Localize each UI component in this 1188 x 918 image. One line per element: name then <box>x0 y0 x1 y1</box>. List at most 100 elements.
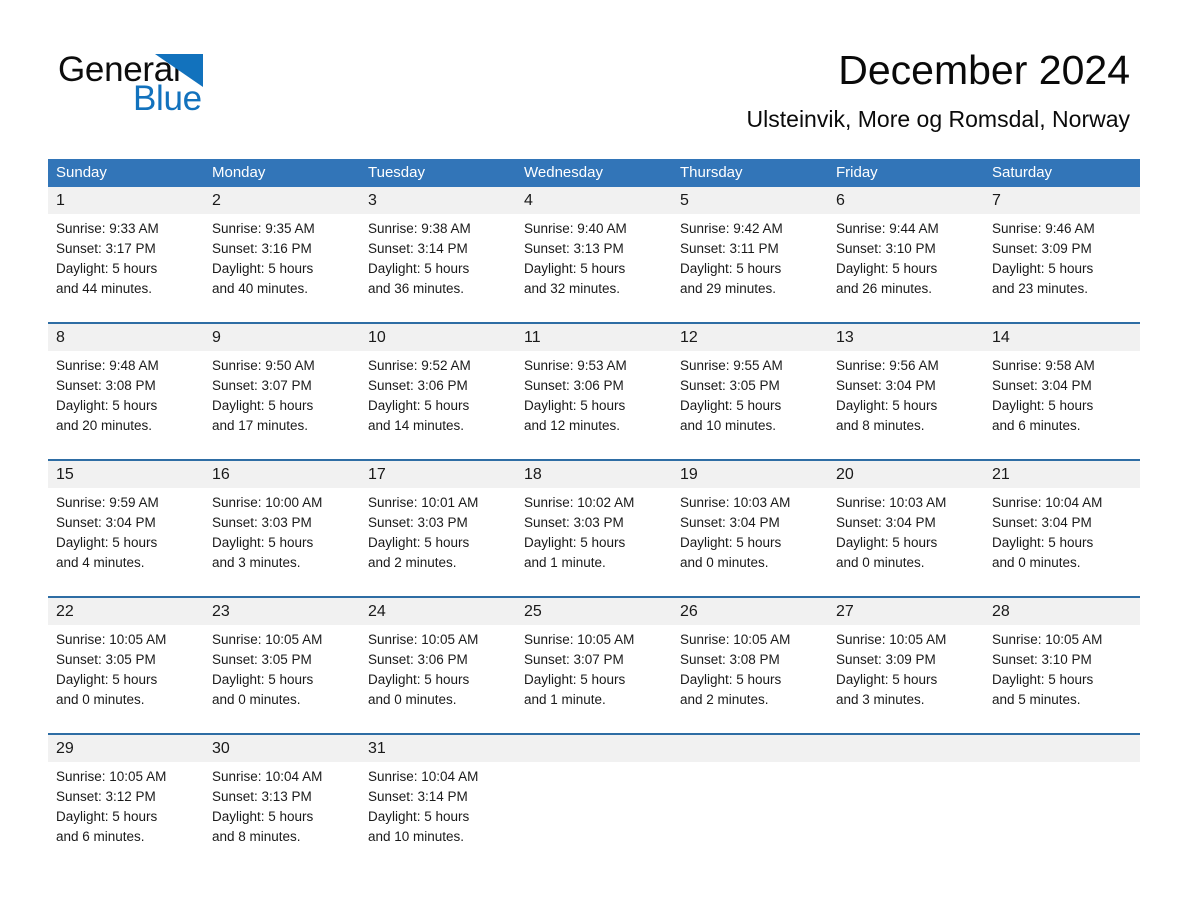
day-detail-row: Sunrise: 10:05 AM Sunset: 3:12 PM Daylig… <box>48 762 1140 870</box>
daylight-text-line2: and 0 minutes. <box>680 555 769 570</box>
day-cell[interactable]: Sunrise: 10:03 AM Sunset: 3:04 PM Daylig… <box>672 488 828 596</box>
calendar-grid: Sunday Monday Tuesday Wednesday Thursday… <box>48 159 1140 870</box>
day-number[interactable]: 27 <box>828 598 984 625</box>
day-number[interactable]: 23 <box>204 598 360 625</box>
sunrise-text: Sunrise: 10:00 AM <box>212 495 323 510</box>
day-cell[interactable]: Sunrise: 9:52 AM Sunset: 3:06 PM Dayligh… <box>360 351 516 459</box>
day-number[interactable]: 22 <box>48 598 204 625</box>
day-cell[interactable]: Sunrise: 10:04 AM Sunset: 3:04 PM Daylig… <box>984 488 1140 596</box>
day-number[interactable]: 8 <box>48 324 204 351</box>
day-cell[interactable]: Sunrise: 10:01 AM Sunset: 3:03 PM Daylig… <box>360 488 516 596</box>
sunrise-text: Sunrise: 9:44 AM <box>836 221 939 236</box>
day-cell[interactable]: Sunrise: 10:02 AM Sunset: 3:03 PM Daylig… <box>516 488 672 596</box>
daylight-text-line1: Daylight: 5 hours <box>212 809 314 824</box>
day-number[interactable]: 9 <box>204 324 360 351</box>
daylight-text-line2: and 0 minutes. <box>212 692 301 707</box>
day-number[interactable]: 14 <box>984 324 1140 351</box>
daylight-text-line1: Daylight: 5 hours <box>368 261 470 276</box>
day-cell[interactable]: Sunrise: 9:59 AM Sunset: 3:04 PM Dayligh… <box>48 488 204 596</box>
day-number[interactable]: 4 <box>516 187 672 214</box>
sunset-text: Sunset: 3:04 PM <box>680 515 780 530</box>
day-number[interactable]: 24 <box>360 598 516 625</box>
day-cell[interactable]: Sunrise: 10:05 AM Sunset: 3:05 PM Daylig… <box>48 625 204 733</box>
sunset-text: Sunset: 3:08 PM <box>56 378 156 393</box>
day-number[interactable]: 31 <box>360 735 516 762</box>
daylight-text-line1: Daylight: 5 hours <box>56 809 158 824</box>
day-cell[interactable]: Sunrise: 10:04 AM Sunset: 3:13 PM Daylig… <box>204 762 360 870</box>
daylight-text-line1: Daylight: 5 hours <box>992 398 1094 413</box>
day-number-row: 8 9 10 11 12 13 14 <box>48 324 1140 351</box>
day-number[interactable]: 11 <box>516 324 672 351</box>
day-cell[interactable]: Sunrise: 9:50 AM Sunset: 3:07 PM Dayligh… <box>204 351 360 459</box>
daylight-text-line2: and 8 minutes. <box>212 829 301 844</box>
day-cell[interactable]: Sunrise: 9:44 AM Sunset: 3:10 PM Dayligh… <box>828 214 984 322</box>
sunset-text: Sunset: 3:05 PM <box>56 652 156 667</box>
day-number[interactable]: 30 <box>204 735 360 762</box>
day-cell[interactable]: Sunrise: 9:58 AM Sunset: 3:04 PM Dayligh… <box>984 351 1140 459</box>
day-cell[interactable]: Sunrise: 10:05 AM Sunset: 3:10 PM Daylig… <box>984 625 1140 733</box>
sunset-text: Sunset: 3:07 PM <box>212 378 312 393</box>
day-number[interactable]: 17 <box>360 461 516 488</box>
daylight-text-line2: and 6 minutes. <box>992 418 1081 433</box>
day-number[interactable]: 25 <box>516 598 672 625</box>
day-number[interactable]: 10 <box>360 324 516 351</box>
sunrise-text: Sunrise: 9:56 AM <box>836 358 939 373</box>
day-number[interactable]: 2 <box>204 187 360 214</box>
day-cell[interactable]: Sunrise: 9:40 AM Sunset: 3:13 PM Dayligh… <box>516 214 672 322</box>
day-cell[interactable]: Sunrise: 10:04 AM Sunset: 3:14 PM Daylig… <box>360 762 516 870</box>
sunrise-text: Sunrise: 9:38 AM <box>368 221 471 236</box>
daylight-text-line2: and 44 minutes. <box>56 281 153 296</box>
daylight-text-line2: and 10 minutes. <box>680 418 777 433</box>
sunset-text: Sunset: 3:06 PM <box>524 378 624 393</box>
day-cell[interactable]: Sunrise: 9:38 AM Sunset: 3:14 PM Dayligh… <box>360 214 516 322</box>
day-cell[interactable]: Sunrise: 10:00 AM Sunset: 3:03 PM Daylig… <box>204 488 360 596</box>
day-cell[interactable]: Sunrise: 10:05 AM Sunset: 3:06 PM Daylig… <box>360 625 516 733</box>
day-number[interactable]: 26 <box>672 598 828 625</box>
day-cell[interactable]: Sunrise: 9:56 AM Sunset: 3:04 PM Dayligh… <box>828 351 984 459</box>
day-number[interactable]: 21 <box>984 461 1140 488</box>
day-cell[interactable]: Sunrise: 10:05 AM Sunset: 3:08 PM Daylig… <box>672 625 828 733</box>
day-cell[interactable]: Sunrise: 9:42 AM Sunset: 3:11 PM Dayligh… <box>672 214 828 322</box>
daylight-text-line1: Daylight: 5 hours <box>212 261 314 276</box>
day-cell[interactable]: Sunrise: 10:05 AM Sunset: 3:09 PM Daylig… <box>828 625 984 733</box>
sunrise-text: Sunrise: 10:05 AM <box>56 632 167 647</box>
day-number[interactable]: 1 <box>48 187 204 214</box>
sunrise-text: Sunrise: 10:05 AM <box>212 632 323 647</box>
day-cell[interactable]: Sunrise: 9:46 AM Sunset: 3:09 PM Dayligh… <box>984 214 1140 322</box>
day-cell[interactable]: Sunrise: 9:33 AM Sunset: 3:17 PM Dayligh… <box>48 214 204 322</box>
sunrise-text: Sunrise: 10:05 AM <box>368 632 479 647</box>
day-detail-row: Sunrise: 9:48 AM Sunset: 3:08 PM Dayligh… <box>48 351 1140 459</box>
daylight-text-line2: and 0 minutes. <box>368 692 457 707</box>
day-cell[interactable]: Sunrise: 9:35 AM Sunset: 3:16 PM Dayligh… <box>204 214 360 322</box>
day-number[interactable]: 29 <box>48 735 204 762</box>
day-cell[interactable]: Sunrise: 10:05 AM Sunset: 3:07 PM Daylig… <box>516 625 672 733</box>
sunset-text: Sunset: 3:08 PM <box>680 652 780 667</box>
day-cell[interactable]: Sunrise: 9:48 AM Sunset: 3:08 PM Dayligh… <box>48 351 204 459</box>
weekday-header-friday: Friday <box>836 164 878 181</box>
day-cell[interactable]: Sunrise: 10:05 AM Sunset: 3:05 PM Daylig… <box>204 625 360 733</box>
day-cell[interactable]: Sunrise: 9:53 AM Sunset: 3:06 PM Dayligh… <box>516 351 672 459</box>
day-number[interactable]: 16 <box>204 461 360 488</box>
daylight-text-line1: Daylight: 5 hours <box>680 398 782 413</box>
day-number[interactable]: 3 <box>360 187 516 214</box>
day-number[interactable]: 12 <box>672 324 828 351</box>
day-number[interactable]: 18 <box>516 461 672 488</box>
day-detail-row: Sunrise: 9:59 AM Sunset: 3:04 PM Dayligh… <box>48 488 1140 596</box>
day-number[interactable]: 19 <box>672 461 828 488</box>
daylight-text-line2: and 0 minutes. <box>836 555 925 570</box>
day-cell[interactable]: Sunrise: 10:05 AM Sunset: 3:12 PM Daylig… <box>48 762 204 870</box>
day-number[interactable]: 28 <box>984 598 1140 625</box>
day-number[interactable]: 15 <box>48 461 204 488</box>
day-number[interactable]: 20 <box>828 461 984 488</box>
daylight-text-line1: Daylight: 5 hours <box>56 535 158 550</box>
day-cell[interactable]: Sunrise: 9:55 AM Sunset: 3:05 PM Dayligh… <box>672 351 828 459</box>
title-block: December 2024 Ulsteinvik, More og Romsda… <box>747 46 1130 133</box>
day-number[interactable]: 7 <box>984 187 1140 214</box>
day-number[interactable]: 5 <box>672 187 828 214</box>
sunrise-text: Sunrise: 10:04 AM <box>992 495 1103 510</box>
page-title: December 2024 <box>838 47 1130 93</box>
day-cell[interactable]: Sunrise: 10:03 AM Sunset: 3:04 PM Daylig… <box>828 488 984 596</box>
day-number[interactable]: 13 <box>828 324 984 351</box>
daylight-text-line1: Daylight: 5 hours <box>368 809 470 824</box>
day-number[interactable]: 6 <box>828 187 984 214</box>
